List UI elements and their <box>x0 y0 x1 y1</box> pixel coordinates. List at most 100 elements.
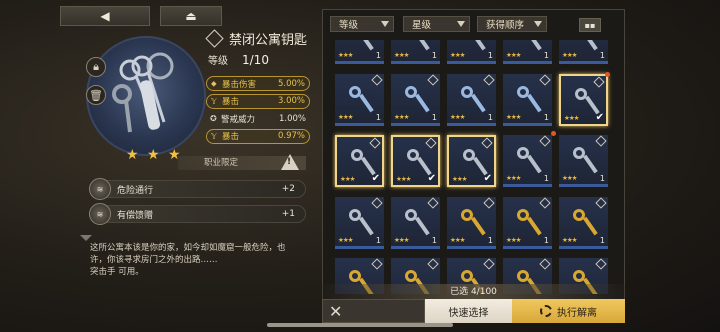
class-limit-label: 职业限定 <box>204 158 239 168</box>
silver-key-icon <box>571 145 598 175</box>
new-badge-dot <box>605 72 610 77</box>
description-line: 突击手 可用。 <box>90 267 144 277</box>
gold-key-icon <box>515 207 542 237</box>
slot-stars: ★★★ <box>338 113 354 121</box>
skill-value: +1 <box>281 209 295 219</box>
item-slot[interactable]: ★★★ 1 <box>559 135 608 187</box>
slot-stars: ★★★ <box>338 236 354 244</box>
skill-icon: ≋ <box>89 203 111 225</box>
item-slot[interactable]: ★★★ ✔ <box>447 135 496 187</box>
item-type-icon <box>205 29 224 48</box>
filter-label: 等级 <box>339 20 359 31</box>
slot-count: 1 <box>375 51 381 60</box>
bottom-action-bar: ✕ 快速选择 执行解离 <box>322 299 625 323</box>
new-badge-dot <box>551 131 556 136</box>
description-line: 许，你该寻求房门之外的出路…… <box>90 255 218 265</box>
slot-stars: ★★★ <box>506 113 522 121</box>
item-slot[interactable]: ★★★ 1 <box>503 131 556 187</box>
item-slot[interactable]: ★★★ ✔ <box>391 135 440 187</box>
slot-stars: ★★★ <box>450 113 466 121</box>
slot-stars: ★★★ <box>396 175 412 183</box>
slot-count: 1 <box>543 51 549 60</box>
filter-star-dropdown[interactable]: 星级 <box>403 16 470 32</box>
close-icon: ✕ <box>329 301 343 321</box>
item-type-icon <box>483 74 495 86</box>
description-marker-icon <box>80 235 92 241</box>
close-button[interactable]: ✕ <box>322 299 425 323</box>
stat-value: 0.97% <box>277 131 305 141</box>
stat-row: 𝕐 暴击 3.00% <box>206 93 310 109</box>
item-type-icon <box>595 197 607 209</box>
slot-count: 1 <box>543 113 549 122</box>
item-title: 禁闭公寓钥匙 <box>229 33 308 48</box>
slot-count: 1 <box>487 51 493 60</box>
skill-row[interactable]: ≋ 有偿馈赠 +1 <box>89 203 306 225</box>
grid-view-toggle-icon[interactable]: ▪▪ <box>579 18 601 32</box>
level-value: 1/10 <box>242 53 269 67</box>
filter-label: 星级 <box>412 20 432 31</box>
skill-value: +2 <box>281 184 295 194</box>
item-slot[interactable]: ★★★ 1 <box>503 40 552 64</box>
dismantle-button[interactable]: 执行解离 <box>512 299 625 323</box>
slot-count: 1 <box>375 113 381 122</box>
item-slot[interactable]: ★★★ 1 <box>335 40 384 64</box>
skill-row[interactable]: ≋ 危险通行 +2 <box>89 178 306 200</box>
item-slot[interactable]: ★★★ ✔ <box>335 135 384 187</box>
slot-count: 1 <box>599 236 605 245</box>
gear-icon <box>540 305 552 317</box>
item-slot[interactable]: ★★★ 1 <box>391 197 440 249</box>
item-slot[interactable]: ★★★ 1 <box>559 197 608 249</box>
level-row: 等级 1/10 <box>208 52 269 67</box>
slot-stars: ★★★ <box>562 174 578 182</box>
slot-count: 1 <box>431 51 437 60</box>
item-slot[interactable]: ★★★ 1 <box>559 40 608 64</box>
home-button[interactable]: ⏏ <box>160 6 222 26</box>
item-description: 这所公寓本该是你的家，如今却如魔窟一般危险，也 许，你该寻求房门之外的出路…… … <box>90 242 306 278</box>
item-slot[interactable]: ★★★ 1 <box>503 74 552 126</box>
trash-icon[interactable]: 🗑︎ <box>86 85 106 105</box>
slot-stars: ★★★ <box>452 175 468 183</box>
selected-count: 已选 4/100 <box>322 284 625 300</box>
item-type-icon <box>539 135 551 147</box>
filter-order-dropdown[interactable]: 获得顺序 <box>477 16 547 32</box>
item-type-icon <box>539 258 551 270</box>
item-slot[interactable]: ★★★ 1 <box>335 74 384 126</box>
item-slot[interactable]: ★★★ ✔ <box>559 72 610 126</box>
item-slot[interactable]: ★★★ 1 <box>391 40 440 64</box>
item-type-icon <box>483 197 495 209</box>
slot-count: 1 <box>487 113 493 122</box>
silver-key-icon <box>347 207 374 237</box>
checkmark-icon: ✔ <box>483 173 492 184</box>
back-arrow-icon: ◀ <box>100 9 110 23</box>
item-type-icon <box>539 197 551 209</box>
item-grid: ★★★ 1 ★★★ 1 ★★★ 1 ★★★ 1 ★★★ 1 ★★★ 1 ★★★ 1 ★★★ 1 ★★★ 1 ★★★ ✔… <box>332 40 618 294</box>
back-button[interactable]: ◀ <box>60 6 150 26</box>
skill-icon: ≋ <box>89 178 111 200</box>
item-slot[interactable]: ★★★ 1 <box>447 74 496 126</box>
slot-stars: ★★★ <box>562 51 578 59</box>
home-icon: ⏏ <box>185 9 197 23</box>
stat-value: 1.00% <box>278 113 306 124</box>
lock-icon[interactable]: 🔒︎ <box>86 57 106 77</box>
item-slot[interactable]: ★★★ 1 <box>335 197 384 249</box>
crystal-key-icon <box>459 84 486 114</box>
crystal-key-icon <box>347 84 374 114</box>
item-slot[interactable]: ★★★ 1 <box>447 40 496 64</box>
item-slot[interactable]: ★★★ 1 <box>391 74 440 126</box>
silver-key-icon <box>515 145 542 175</box>
slot-count: 1 <box>431 236 437 245</box>
item-slot[interactable]: ★★★ 1 <box>503 197 552 249</box>
item-type-icon <box>427 258 439 270</box>
item-type-icon <box>427 74 439 86</box>
stat-name: 暴击伤害 <box>222 79 257 90</box>
warning-icon[interactable]: ! <box>281 154 299 170</box>
quick-select-button[interactable]: 快速选择 <box>425 299 512 323</box>
slot-stars: ★★★ <box>450 51 466 59</box>
stat-icon: ✪ <box>210 114 217 123</box>
stat-name: 警戒威力 <box>221 114 256 125</box>
filter-level-dropdown[interactable]: 等级 <box>330 16 394 32</box>
item-slot[interactable]: ★★★ 1 <box>447 197 496 249</box>
crystal-key-icon <box>515 84 542 114</box>
home-indicator <box>267 323 453 327</box>
inventory-panel: 等级 星级 获得顺序 ▪▪ ★★★ 1 ★★★ 1 ★★★ 1 ★★★ 1 ★★★ 1 ★★★ 1 ★★… <box>322 9 625 323</box>
